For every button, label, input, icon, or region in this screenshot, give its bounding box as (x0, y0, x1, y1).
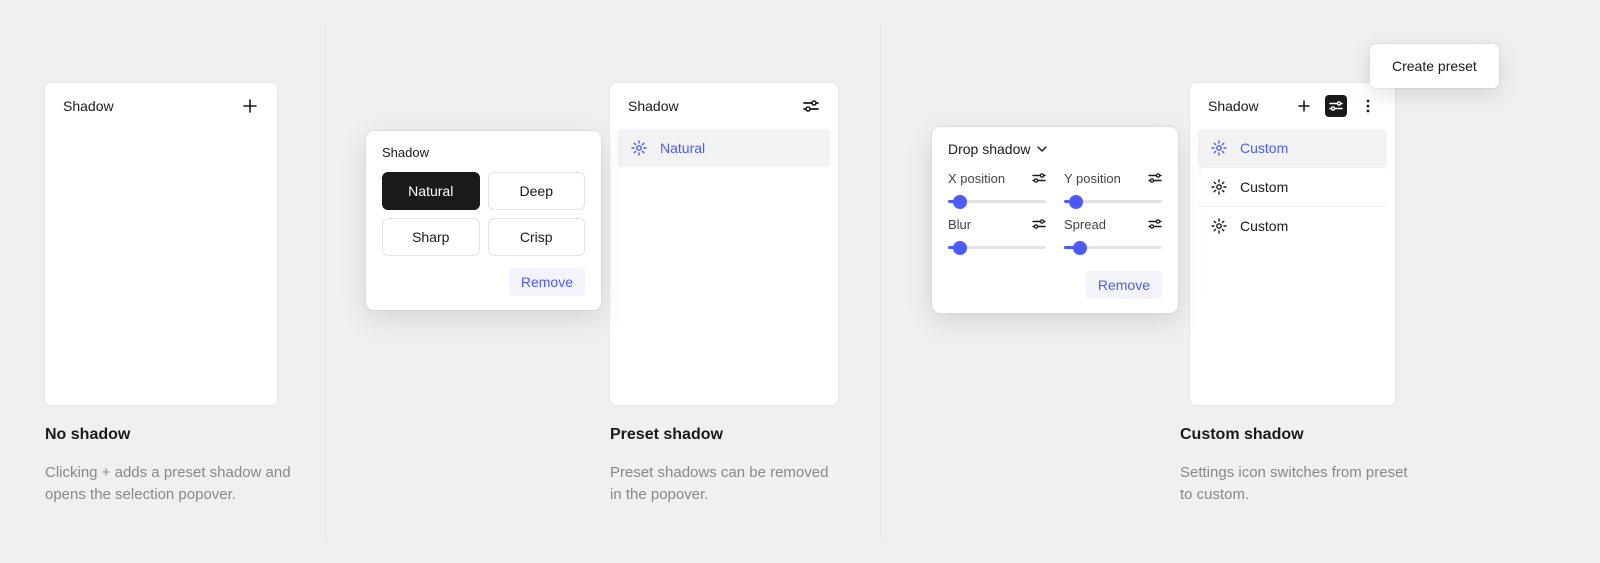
sliders-icon (1032, 219, 1046, 229)
panel-title: Shadow (63, 98, 114, 114)
preset-row-natural[interactable]: Natural (618, 129, 830, 167)
sliders-icon (1032, 173, 1046, 183)
slider-thumb[interactable] (953, 195, 967, 209)
remove-shadow-button[interactable]: Remove (509, 268, 585, 296)
sliders-icon (1329, 101, 1343, 111)
preset-option-deep[interactable]: Deep (488, 172, 586, 210)
preset-label: Custom (1240, 140, 1288, 156)
shadow-panel-empty: Shadow (45, 83, 277, 405)
panel-title: Shadow (628, 98, 679, 114)
add-shadow-button[interactable] (1293, 95, 1315, 117)
shadow-settings-button[interactable] (800, 95, 822, 117)
sun-icon (630, 139, 648, 157)
sliders-icon (1148, 219, 1162, 229)
preset-label: Custom (1240, 179, 1288, 195)
preset-label: Custom (1240, 218, 1288, 234)
sun-icon (1210, 217, 1228, 235)
caption-title: Preset shadow (610, 426, 840, 444)
x-position-slider[interactable] (948, 200, 1046, 203)
slider-thumb[interactable] (1069, 195, 1083, 209)
caption-text: Preset shadows can be removed in the pop… (610, 462, 840, 506)
sun-icon (1210, 178, 1228, 196)
spread-slider[interactable] (1064, 246, 1162, 249)
preset-option-crisp[interactable]: Crisp (488, 218, 586, 256)
shadow-panel-preset: Shadow Natural (610, 83, 838, 405)
plus-icon (243, 99, 257, 113)
remove-shadow-button[interactable]: Remove (1086, 271, 1162, 299)
caption-text: Clicking + adds a preset shadow and open… (45, 462, 305, 506)
popover-title: Shadow (382, 145, 585, 160)
shadow-panel-custom: Shadow (1190, 83, 1395, 405)
preset-option-sharp[interactable]: Sharp (382, 218, 480, 256)
y-position-slider[interactable] (1064, 200, 1162, 203)
preset-row-custom[interactable]: Custom (1198, 206, 1387, 245)
caption-title: Custom shadow (1180, 426, 1420, 444)
y-position-label: Y position (1064, 171, 1121, 186)
y-position-adjust-button[interactable] (1148, 171, 1162, 186)
x-position-label: X position (948, 171, 1005, 186)
tooltip-text: Create preset (1392, 58, 1477, 74)
more-menu-button[interactable] (1357, 95, 1379, 117)
custom-settings-button[interactable] (1325, 95, 1347, 117)
chevron-down-icon (1037, 146, 1047, 152)
section-divider (325, 24, 326, 539)
caption-text: Settings icon switches from preset to cu… (1180, 462, 1420, 506)
x-position-adjust-button[interactable] (1032, 171, 1046, 186)
slider-thumb[interactable] (953, 241, 967, 255)
blur-label: Blur (948, 217, 971, 232)
preset-row-custom[interactable]: Custom (1198, 167, 1387, 206)
dots-vertical-icon (1366, 99, 1370, 113)
sliders-icon (1148, 173, 1162, 183)
section-divider (880, 24, 881, 539)
spread-adjust-button[interactable] (1148, 217, 1162, 232)
plus-icon (1298, 100, 1310, 112)
preset-row-custom[interactable]: Custom (1198, 129, 1387, 167)
blur-slider[interactable] (948, 246, 1046, 249)
custom-shadow-popover: Drop shadow X position Y position (932, 127, 1178, 313)
dropdown-label-text: Drop shadow (948, 141, 1031, 157)
blur-adjust-button[interactable] (1032, 217, 1046, 232)
sliders-icon (803, 100, 819, 112)
shadow-type-dropdown[interactable]: Drop shadow (948, 141, 1162, 157)
slider-thumb[interactable] (1073, 241, 1087, 255)
caption-title: No shadow (45, 426, 305, 444)
create-preset-tooltip[interactable]: Create preset (1370, 44, 1499, 88)
sun-icon (1210, 139, 1228, 157)
add-shadow-button[interactable] (239, 95, 261, 117)
preset-option-natural[interactable]: Natural (382, 172, 480, 210)
preset-popover: Shadow Natural Deep Sharp Crisp Remove (366, 131, 601, 310)
preset-label: Natural (660, 140, 705, 156)
panel-title: Shadow (1208, 98, 1259, 114)
spread-label: Spread (1064, 217, 1106, 232)
